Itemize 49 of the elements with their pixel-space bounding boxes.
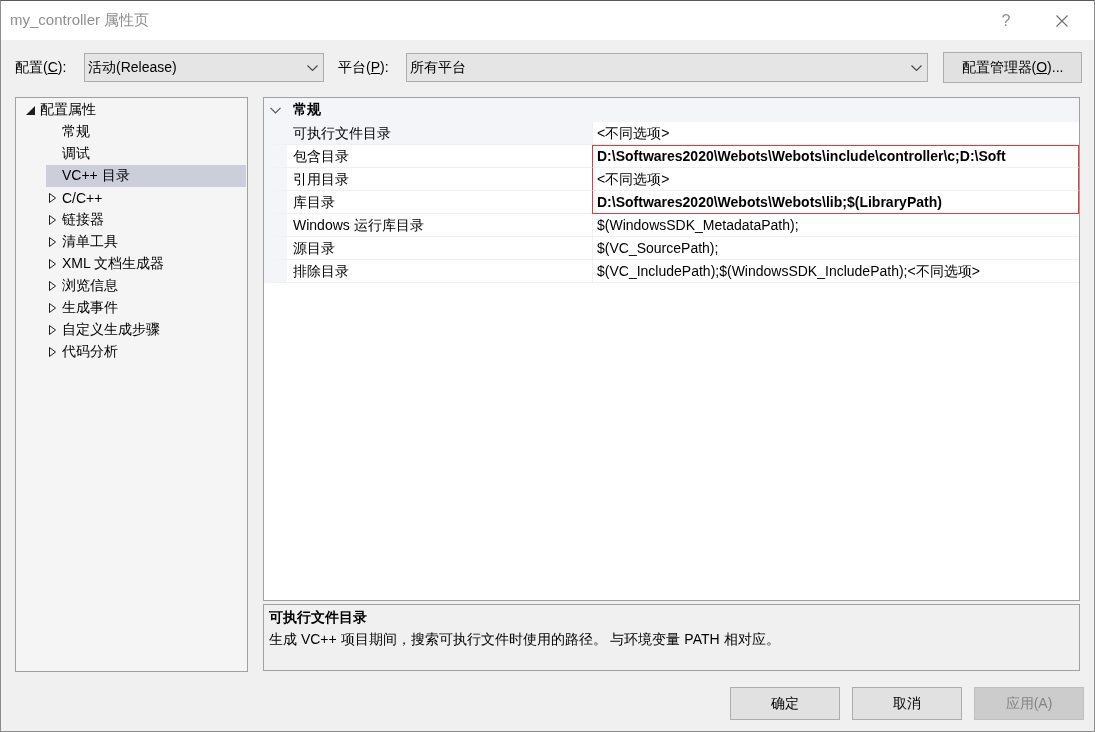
property-value[interactable]: <不同选项> [592, 122, 1079, 145]
triangle-right-icon[interactable] [48, 281, 56, 291]
dropdown[interactable]: 活动(Release) [84, 53, 324, 82]
property-value[interactable]: <不同选项> [592, 168, 1079, 191]
close-icon [1056, 14, 1068, 27]
chevron-down-icon [307, 64, 318, 71]
tree-item[interactable]: 清单工具 [46, 231, 246, 253]
tree-item[interactable]: 生成事件 [46, 297, 246, 319]
triangle-right-icon[interactable] [48, 347, 56, 357]
tree-item[interactable]: 代码分析 [46, 341, 246, 363]
triangle-right-icon[interactable] [48, 215, 56, 225]
category-header[interactable]: 常规 [264, 98, 1079, 122]
property-name[interactable]: 源目录 [264, 237, 592, 260]
field-label: 平台(P): [338, 58, 390, 77]
dialog-button[interactable]: 取消 [852, 687, 962, 720]
dialog-button[interactable]: 确定 [730, 687, 840, 720]
tree-item[interactable]: 常规 [46, 121, 246, 143]
tree-item[interactable]: C/C++ [46, 187, 246, 209]
triangle-right-icon[interactable] [48, 259, 56, 269]
triangle-down-icon[interactable] [25, 105, 35, 115]
property-name[interactable]: 库目录 [264, 191, 592, 214]
triangle-right-icon[interactable] [48, 303, 56, 313]
tree-item[interactable]: 链接器 [46, 209, 246, 231]
window-title: my_controller 属性页 [10, 11, 150, 30]
tree-item[interactable]: 调试 [46, 143, 246, 165]
tree-item[interactable]: 浏览信息 [46, 275, 246, 297]
property-value[interactable]: D:\Softwares2020\Webots\Webots\include\controller\c;D:\Soft [592, 145, 1079, 168]
triangle-right-icon[interactable] [48, 237, 56, 247]
property-value[interactable]: D:\Softwares2020\Webots\Webots\lib;$(LibraryPath) [592, 191, 1079, 214]
property-value[interactable]: $(VC_IncludePath);$(WindowsSDK_IncludePath);<不同选项> [592, 260, 1079, 283]
property-value[interactable]: $(WindowsSDK_MetadataPath); [592, 214, 1079, 237]
dropdown[interactable]: 所有平台 [406, 53, 928, 82]
chevron-down-icon [911, 64, 922, 71]
property-name[interactable]: Windows 运行库目录 [264, 214, 592, 237]
tree-item[interactable]: 配置属性 [24, 99, 246, 121]
property-name[interactable]: 包含目录 [264, 145, 592, 168]
tree-item[interactable]: XML 文档生成器 [46, 253, 246, 275]
description-title: 可执行文件目录 [269, 608, 367, 627]
tree-item[interactable]: VC++ 目录 [46, 165, 246, 187]
tree-item[interactable]: 自定义生成步骤 [46, 319, 246, 341]
configuration-manager-button[interactable]: 配置管理器(O)... [943, 52, 1082, 83]
field-label: 配置(C): [15, 58, 68, 77]
property-name[interactable]: 引用目录 [264, 168, 592, 191]
description-text: 生成 VC++ 项目期间，搜索可执行文件时使用的路径。 与环境变量 PATH 相对应。 [269, 630, 780, 649]
triangle-right-icon[interactable] [48, 193, 56, 203]
property-name[interactable]: 排除目录 [264, 260, 592, 283]
property-name[interactable]: 可执行文件目录 [264, 122, 592, 145]
property-value[interactable]: $(VC_SourcePath); [592, 237, 1079, 260]
triangle-right-icon[interactable] [48, 325, 56, 335]
